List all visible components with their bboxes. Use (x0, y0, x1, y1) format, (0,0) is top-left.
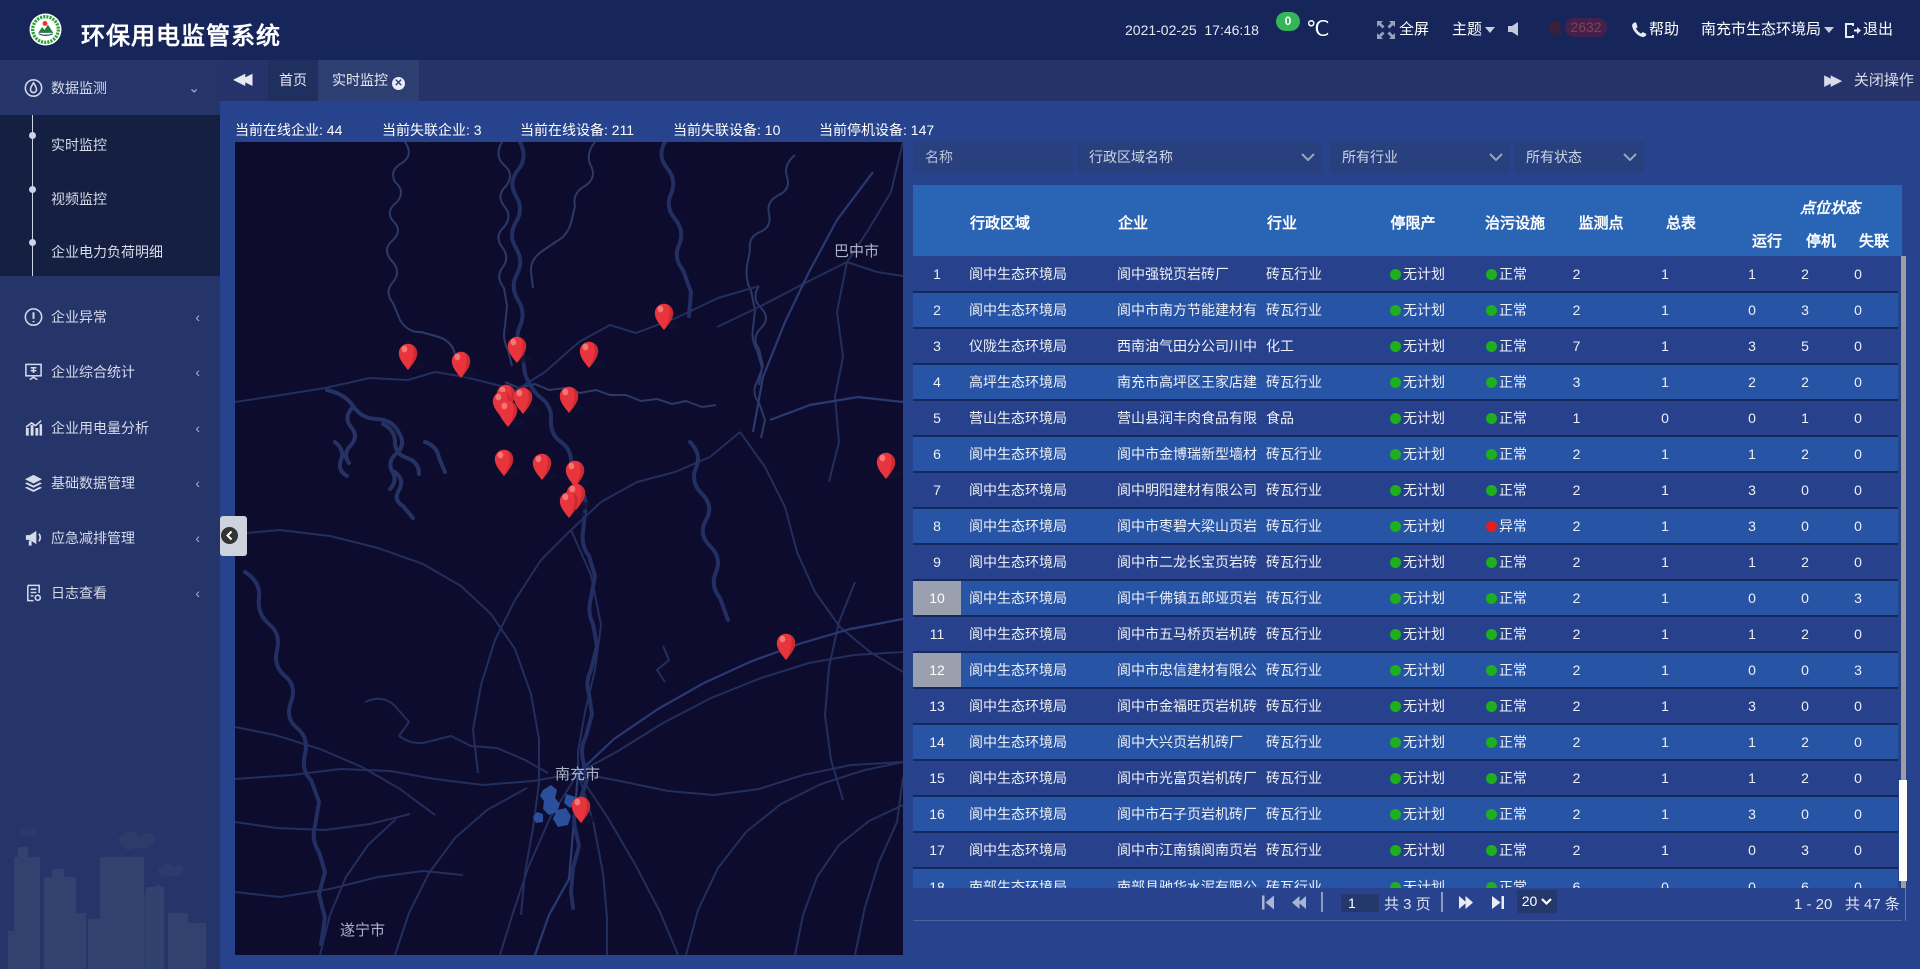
svg-text:巴中市: 巴中市 (834, 243, 879, 260)
svg-text:南充市: 南充市 (555, 766, 600, 783)
svg-text:遂宁市: 遂宁市 (340, 922, 385, 939)
